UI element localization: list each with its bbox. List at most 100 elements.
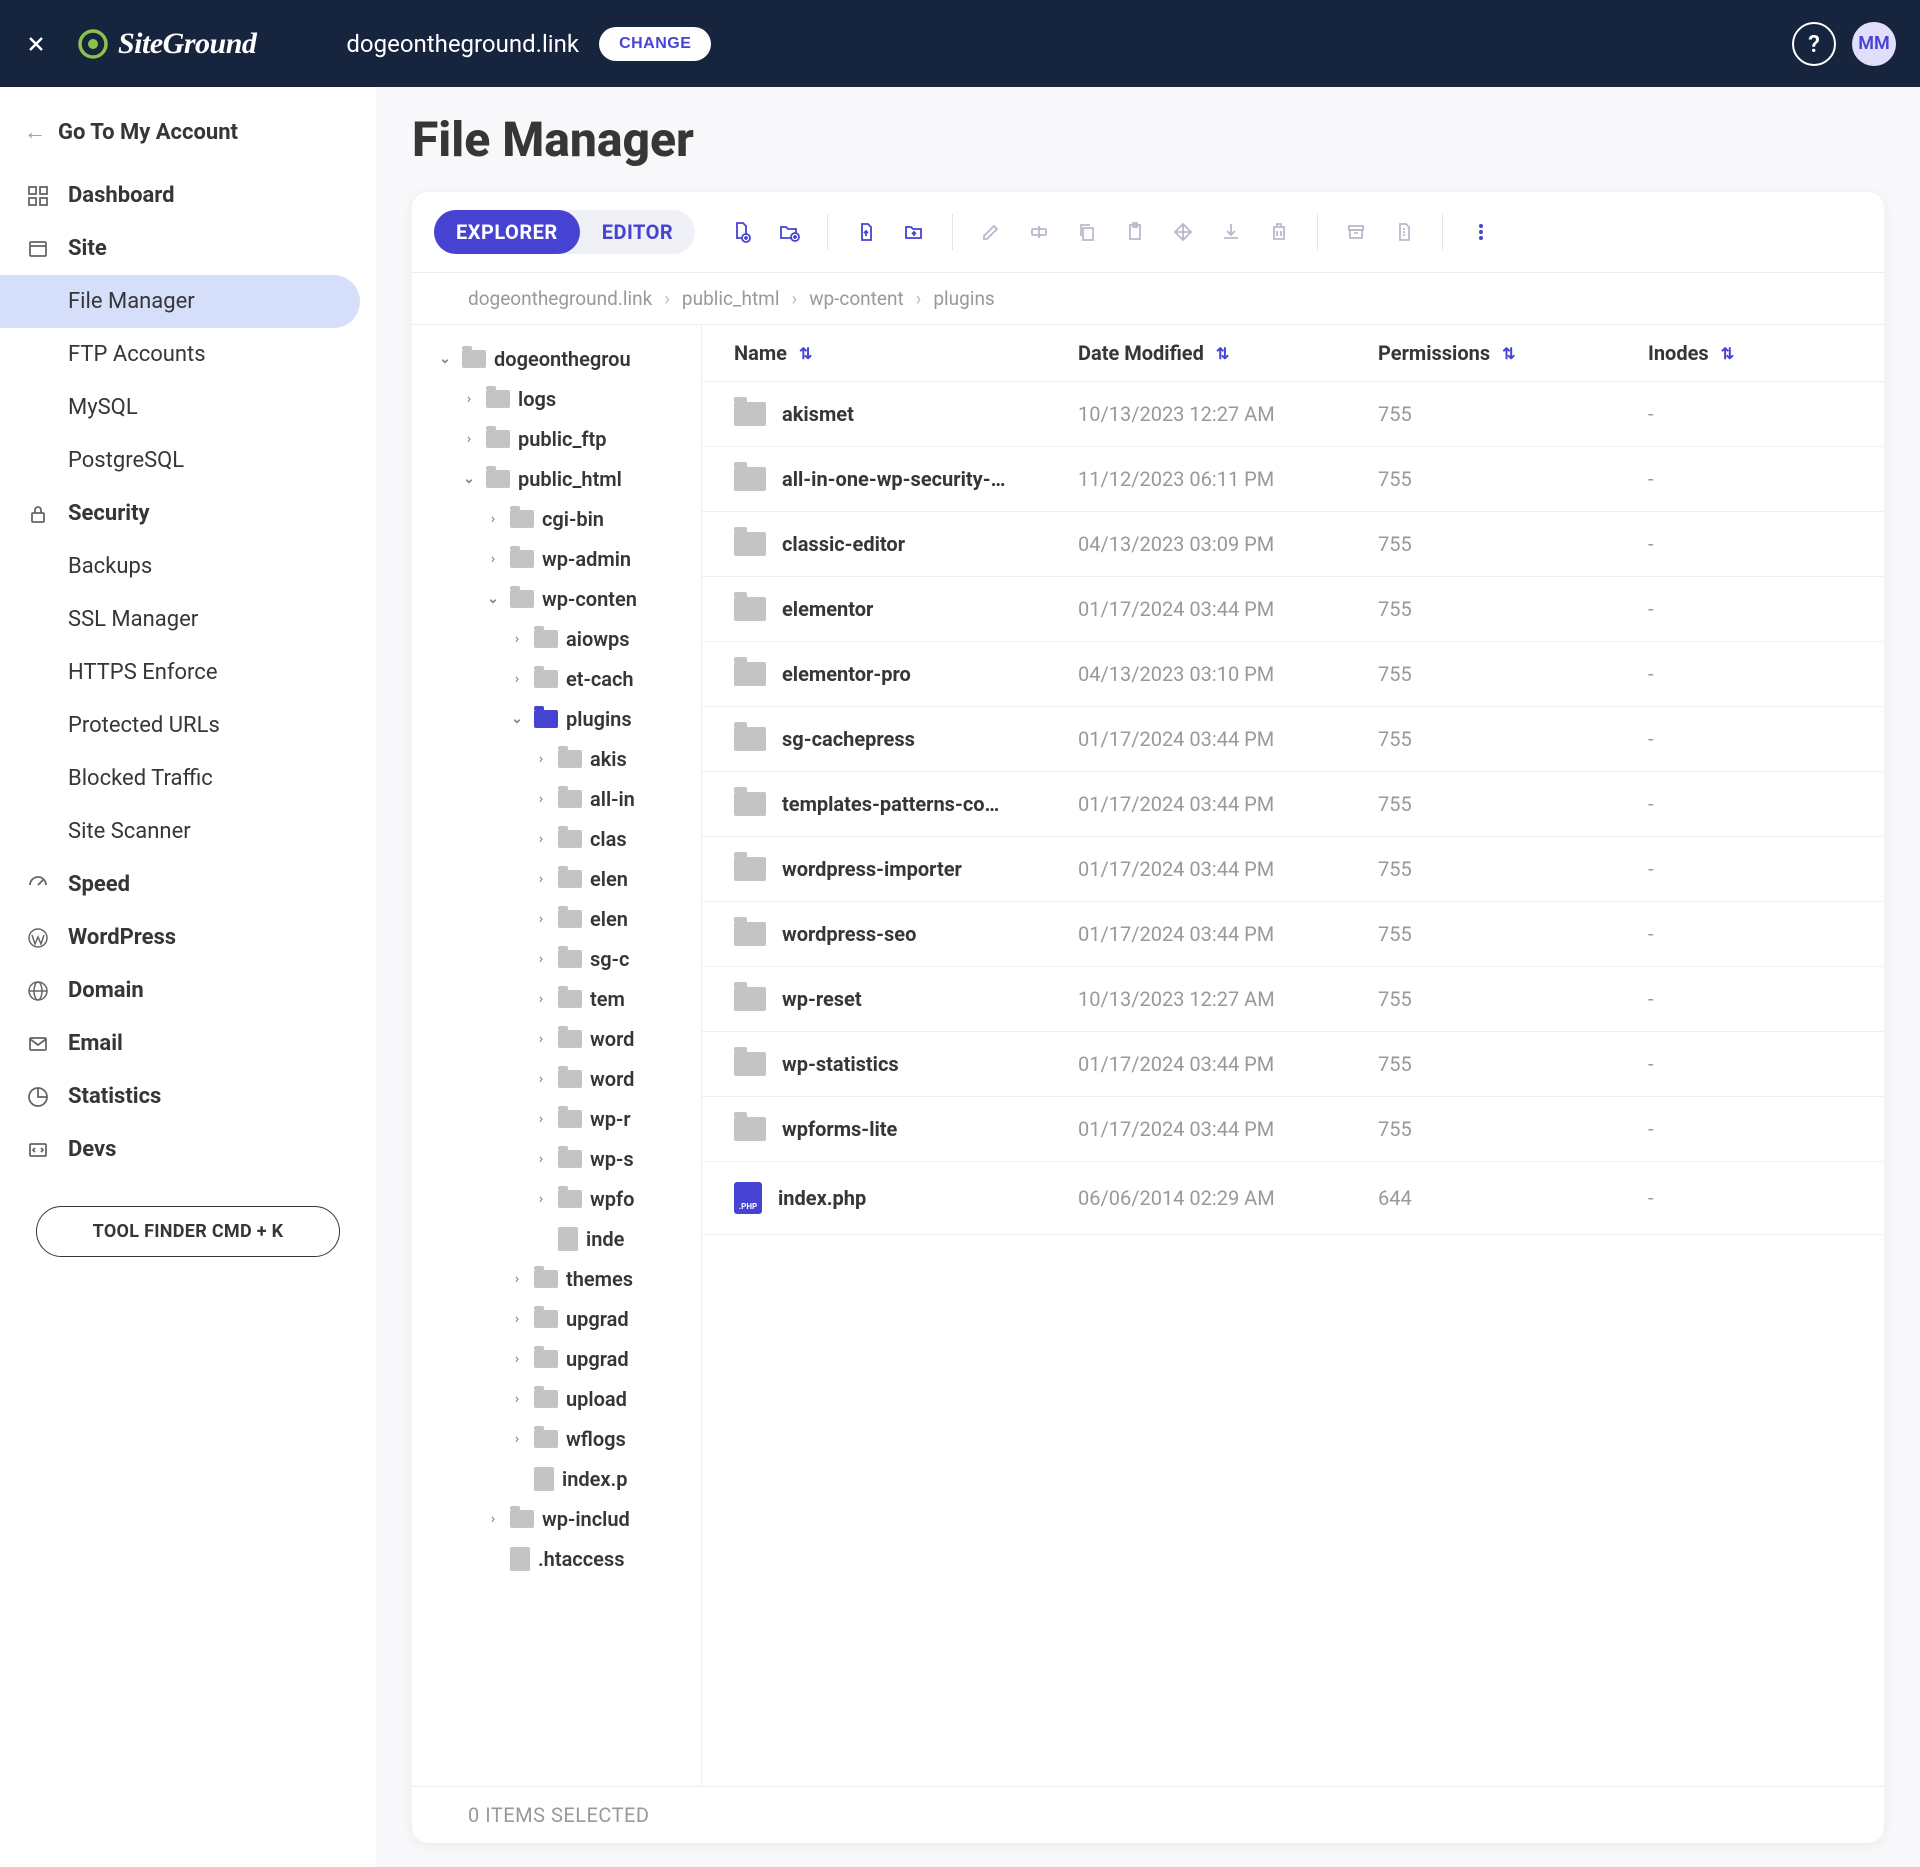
nav-ftp-accounts[interactable]: FTP Accounts [0,328,360,381]
chevron-right-icon: › [532,990,550,1008]
tree-wp-admin[interactable]: ›wp-admin [436,539,701,579]
user-avatar[interactable]: MM [1852,22,1896,66]
tree-upload[interactable]: ›upload [436,1379,701,1419]
nav-wordpress[interactable]: WordPress [0,911,376,964]
nav-file-manager[interactable]: File Manager [0,275,360,328]
new-folder-button[interactable] [767,210,811,254]
file-perm: 755 [1378,597,1648,621]
tree-htaccess[interactable]: .htaccess [436,1539,701,1579]
col-name-header[interactable]: Name⇅ [702,341,1078,365]
table-row[interactable]: akismet10/13/2023 12:27 AM755- [702,382,1884,447]
table-row[interactable]: wp-reset10/13/2023 12:27 AM755- [702,967,1884,1032]
nav-dashboard[interactable]: Dashboard [0,169,376,222]
crumb-wp-content[interactable]: wp-content [809,287,903,310]
more-options-button[interactable] [1459,210,1503,254]
tab-explorer[interactable]: EXPLORER [434,210,580,254]
table-row[interactable]: templates-patterns-co…01/17/2024 03:44 P… [702,772,1884,837]
folder-icon [486,430,510,448]
tree-wp-content[interactable]: ⌄wp-conten [436,579,701,619]
nav-backups[interactable]: Backups [0,540,360,593]
change-site-button[interactable]: CHANGE [599,27,711,61]
table-row[interactable]: wordpress-importer01/17/2024 03:44 PM755… [702,837,1884,902]
nav-site-scanner[interactable]: Site Scanner [0,805,360,858]
table-row[interactable]: sg-cachepress01/17/2024 03:44 PM755- [702,707,1884,772]
nav-security[interactable]: Security [0,487,376,540]
chevron-right-icon: › [532,1190,550,1208]
tree-plugins[interactable]: ⌄plugins [436,699,701,739]
nav-devs[interactable]: Devs [0,1123,376,1176]
tree-upgrad1[interactable]: ›upgrad [436,1299,701,1339]
crumb-plugins[interactable]: plugins [933,287,994,310]
tree-elem1[interactable]: ›elen [436,859,701,899]
folder-icon [534,630,558,648]
download-button[interactable] [1209,210,1253,254]
tree-word1[interactable]: ›word [436,1019,701,1059]
tree-sgc[interactable]: ›sg-c [436,939,701,979]
tool-finder-button[interactable]: TOOL FINDER CMD + K [36,1206,340,1257]
tree-all-in[interactable]: ›all-in [436,779,701,819]
col-inode-header[interactable]: Inodes⇅ [1648,341,1884,365]
nav-ssl-manager[interactable]: SSL Manager [0,593,360,646]
table-row[interactable]: wp-statistics01/17/2024 03:44 PM755- [702,1032,1884,1097]
nav-email[interactable]: Email [0,1017,376,1070]
rename-button[interactable] [1017,210,1061,254]
col-perm-header[interactable]: Permissions⇅ [1378,341,1648,365]
tree-wp-includes[interactable]: ›wp-includ [436,1499,701,1539]
tree-logs[interactable]: ›logs [436,379,701,419]
help-button[interactable]: ? [1792,22,1836,66]
tree-root[interactable]: ⌄dogeonthegrou [436,339,701,379]
tab-editor[interactable]: EDITOR [580,210,696,254]
nav-domain[interactable]: Domain [0,964,376,1017]
table-row[interactable]: elementor01/17/2024 03:44 PM755- [702,577,1884,642]
paste-button[interactable] [1113,210,1157,254]
tree-wflogs[interactable]: ›wflogs [436,1419,701,1459]
tree-word2[interactable]: ›word [436,1059,701,1099]
siteground-logo[interactable]: SiteGround [76,27,256,61]
tree-index-p[interactable]: index.p [436,1459,701,1499]
table-row[interactable]: wordpress-seo01/17/2024 03:44 PM755- [702,902,1884,967]
tree-themes[interactable]: ›themes [436,1259,701,1299]
delete-button[interactable] [1257,210,1301,254]
new-file-button[interactable] [719,210,763,254]
col-date-header[interactable]: Date Modified⇅ [1078,341,1378,365]
table-row[interactable]: .PHPindex.php06/06/2014 02:29 AM644- [702,1162,1884,1235]
tree-public-ftp[interactable]: ›public_ftp [436,419,701,459]
tree-temp[interactable]: ›tem [436,979,701,1019]
tree-wpf[interactable]: ›wpfo [436,1179,701,1219]
nav-blocked-traffic[interactable]: Blocked Traffic [0,752,360,805]
table-row[interactable]: wpforms-lite01/17/2024 03:44 PM755- [702,1097,1884,1162]
tree-elem2[interactable]: ›elen [436,899,701,939]
crumb-public-html[interactable]: public_html [682,287,780,310]
table-row[interactable]: elementor-pro04/13/2023 03:10 PM755- [702,642,1884,707]
nav-statistics[interactable]: Statistics [0,1070,376,1123]
sort-icon: ⇅ [1216,344,1229,363]
nav-mysql[interactable]: MySQL [0,381,360,434]
nav-protected-urls[interactable]: Protected URLs [0,699,360,752]
tree-wps[interactable]: ›wp-s [436,1139,701,1179]
nav-https-enforce[interactable]: HTTPS Enforce [0,646,360,699]
tree-wpr[interactable]: ›wp-r [436,1099,701,1139]
upload-folder-button[interactable] [892,210,936,254]
tree-cgi-bin[interactable]: ›cgi-bin [436,499,701,539]
tree-et-cache[interactable]: ›et-cach [436,659,701,699]
nav-postgresql[interactable]: PostgreSQL [0,434,360,487]
nav-site[interactable]: Site [0,222,376,275]
move-button[interactable] [1161,210,1205,254]
tree-aiowps[interactable]: ›aiowps [436,619,701,659]
go-to-my-account[interactable]: ← Go To My Account [0,107,376,169]
tree-upgrad2[interactable]: ›upgrad [436,1339,701,1379]
nav-speed[interactable]: Speed [0,858,376,911]
close-icon[interactable] [24,32,48,56]
copy-button[interactable] [1065,210,1109,254]
edit-button[interactable] [969,210,1013,254]
crumb-root[interactable]: dogeontheground.link [468,287,652,310]
upload-file-button[interactable] [844,210,888,254]
tree-public-html[interactable]: ⌄public_html [436,459,701,499]
tree-index[interactable]: inde [436,1219,701,1259]
table-row[interactable]: all-in-one-wp-security-…11/12/2023 06:11… [702,447,1884,512]
tree-classic[interactable]: ›clas [436,819,701,859]
extract-button[interactable] [1382,210,1426,254]
archive-button[interactable] [1334,210,1378,254]
tree-akismet[interactable]: ›akis [436,739,701,779]
table-row[interactable]: classic-editor04/13/2023 03:09 PM755- [702,512,1884,577]
